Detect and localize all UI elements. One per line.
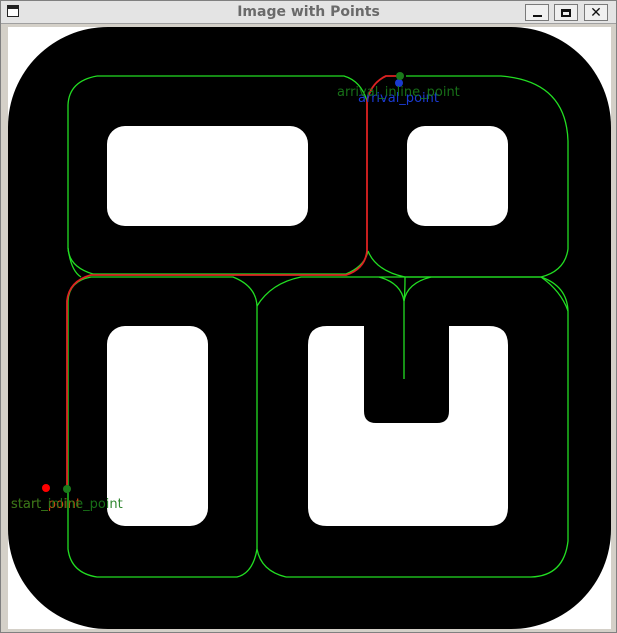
title-bar[interactable]: Image with Points ✕: [1, 1, 616, 24]
arrival-inline-point-marker: [396, 72, 404, 80]
start-inline-point-marker: [63, 485, 71, 493]
map-image: start_point start_inline_point arrival_p…: [8, 27, 611, 629]
close-button[interactable]: ✕: [584, 4, 608, 21]
start-inline-point-label: start_inline_point: [11, 497, 123, 512]
image-canvas: start_point start_inline_point arrival_p…: [8, 27, 611, 629]
obstacle-bottom-left: [107, 326, 208, 526]
minimize-icon: [532, 15, 542, 17]
start-point-marker: [42, 484, 50, 492]
obstacle-top-right: [407, 126, 508, 226]
maximize-button[interactable]: [554, 4, 578, 21]
minimize-button[interactable]: [525, 4, 549, 21]
close-icon: ✕: [590, 4, 602, 21]
track-area: [8, 27, 611, 629]
arrival-inline-point-label: arrival_inline_point: [337, 85, 460, 100]
window-title: Image with Points: [237, 4, 380, 20]
maximize-icon: [561, 8, 571, 17]
image-window: Image with Points ✕ start_point start_in…: [0, 0, 617, 633]
obstacle-top-left: [107, 126, 308, 226]
